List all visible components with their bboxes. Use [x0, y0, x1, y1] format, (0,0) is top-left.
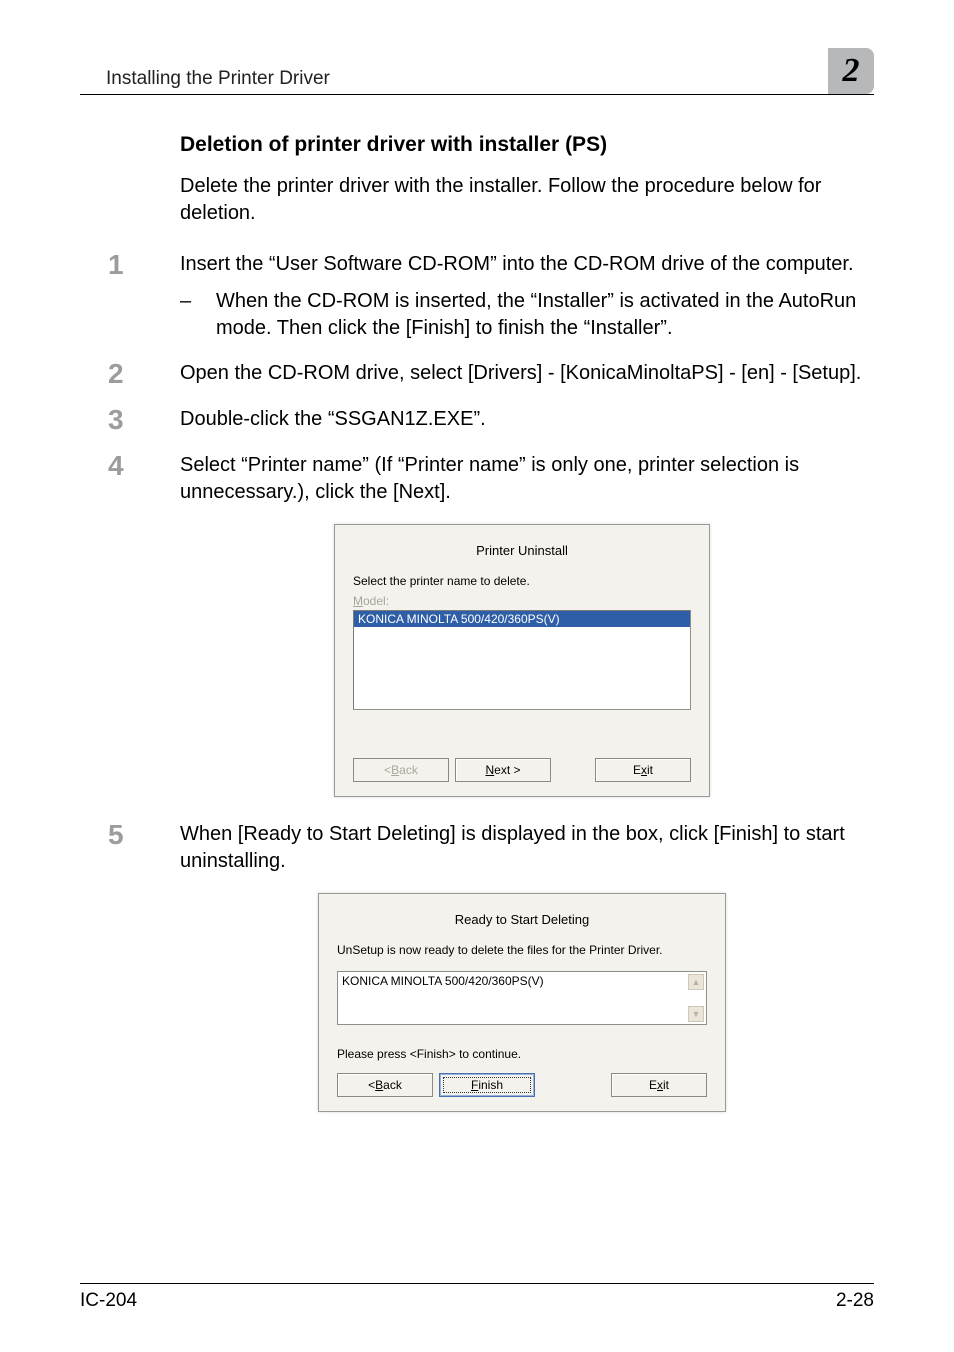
sub-bullet: – When the CD-ROM is inserted, the “Inst…: [180, 288, 864, 342]
selected-printer-item[interactable]: KONICA MINOLTA 500/420/360PS(V): [354, 611, 690, 627]
scroll-down-icon[interactable]: ▼: [688, 1006, 704, 1022]
intro-paragraph: Delete the printer driver with the insta…: [180, 173, 864, 227]
step-3: 3 Double-click the “SSGAN1Z.EXE”.: [180, 406, 864, 434]
step-5: 5 When [Ready to Start Deleting] is disp…: [180, 821, 864, 875]
section-heading: Deletion of printer driver with installe…: [180, 133, 864, 157]
exit-button[interactable]: Exit: [595, 758, 691, 782]
bullet-text: When the CD-ROM is inserted, the “Instal…: [216, 288, 864, 342]
step-body: Insert the “User Software CD-ROM” into t…: [180, 251, 864, 342]
printer-uninstall-dialog: Printer Uninstall Select the printer nam…: [334, 524, 710, 797]
bullet-dash: –: [180, 288, 216, 342]
step-text: Double-click the “SSGAN1Z.EXE”.: [180, 406, 864, 434]
page-header: Installing the Printer Driver 2: [80, 48, 874, 95]
model-listbox[interactable]: KONICA MINOLTA 500/420/360PS(V): [353, 610, 691, 710]
dialog-button-row: < Back Next > Exit: [353, 758, 691, 782]
step-number: 2: [108, 360, 180, 388]
step-number: 5: [108, 821, 180, 875]
dialog-title: Printer Uninstall: [353, 543, 691, 558]
scroll-up-icon[interactable]: ▲: [688, 974, 704, 990]
footer-right: 2-28: [836, 1290, 874, 1312]
next-button[interactable]: Next >: [455, 758, 551, 782]
step-number: 3: [108, 406, 180, 434]
step-text: Insert the “User Software CD-ROM” into t…: [180, 253, 854, 275]
finish-button[interactable]: Finish: [439, 1073, 535, 1097]
back-button: < Back: [353, 758, 449, 782]
dialog-instruction: UnSetup is now ready to delete the files…: [337, 943, 707, 957]
step-text: When [Ready to Start Deleting] is displa…: [180, 821, 864, 875]
step-number: 1: [108, 251, 180, 342]
page-footer: IC-204 2-28: [80, 1283, 874, 1312]
step-text: Select “Printer name” (If “Printer name”…: [180, 452, 864, 506]
model-label: Model:: [353, 594, 691, 608]
header-section-title: Installing the Printer Driver: [80, 68, 330, 90]
step-number: 4: [108, 452, 180, 506]
step-text: Open the CD-ROM drive, select [Drivers] …: [180, 360, 864, 388]
main-content: Deletion of printer driver with installe…: [80, 133, 874, 1112]
printer-item: KONICA MINOLTA 500/420/360PS(V): [342, 974, 544, 988]
back-button[interactable]: < Back: [337, 1073, 433, 1097]
dialog-instruction: Select the printer name to delete.: [353, 574, 691, 588]
step-1: 1 Insert the “User Software CD-ROM” into…: [180, 251, 864, 342]
step-2: 2 Open the CD-ROM drive, select [Drivers…: [180, 360, 864, 388]
continue-text: Please press <Finish> to continue.: [337, 1047, 707, 1061]
ready-delete-dialog: Ready to Start Deleting UnSetup is now r…: [318, 893, 726, 1112]
dialog-title: Ready to Start Deleting: [337, 912, 707, 927]
dialog-button-row: < Back Finish Exit: [337, 1073, 707, 1097]
exit-button[interactable]: Exit: [611, 1073, 707, 1097]
footer-left: IC-204: [80, 1290, 137, 1312]
delete-item-list: KONICA MINOLTA 500/420/360PS(V) ▲ ▼: [337, 971, 707, 1025]
chapter-number-badge: 2: [828, 48, 874, 94]
step-4: 4 Select “Printer name” (If “Printer nam…: [180, 452, 864, 506]
